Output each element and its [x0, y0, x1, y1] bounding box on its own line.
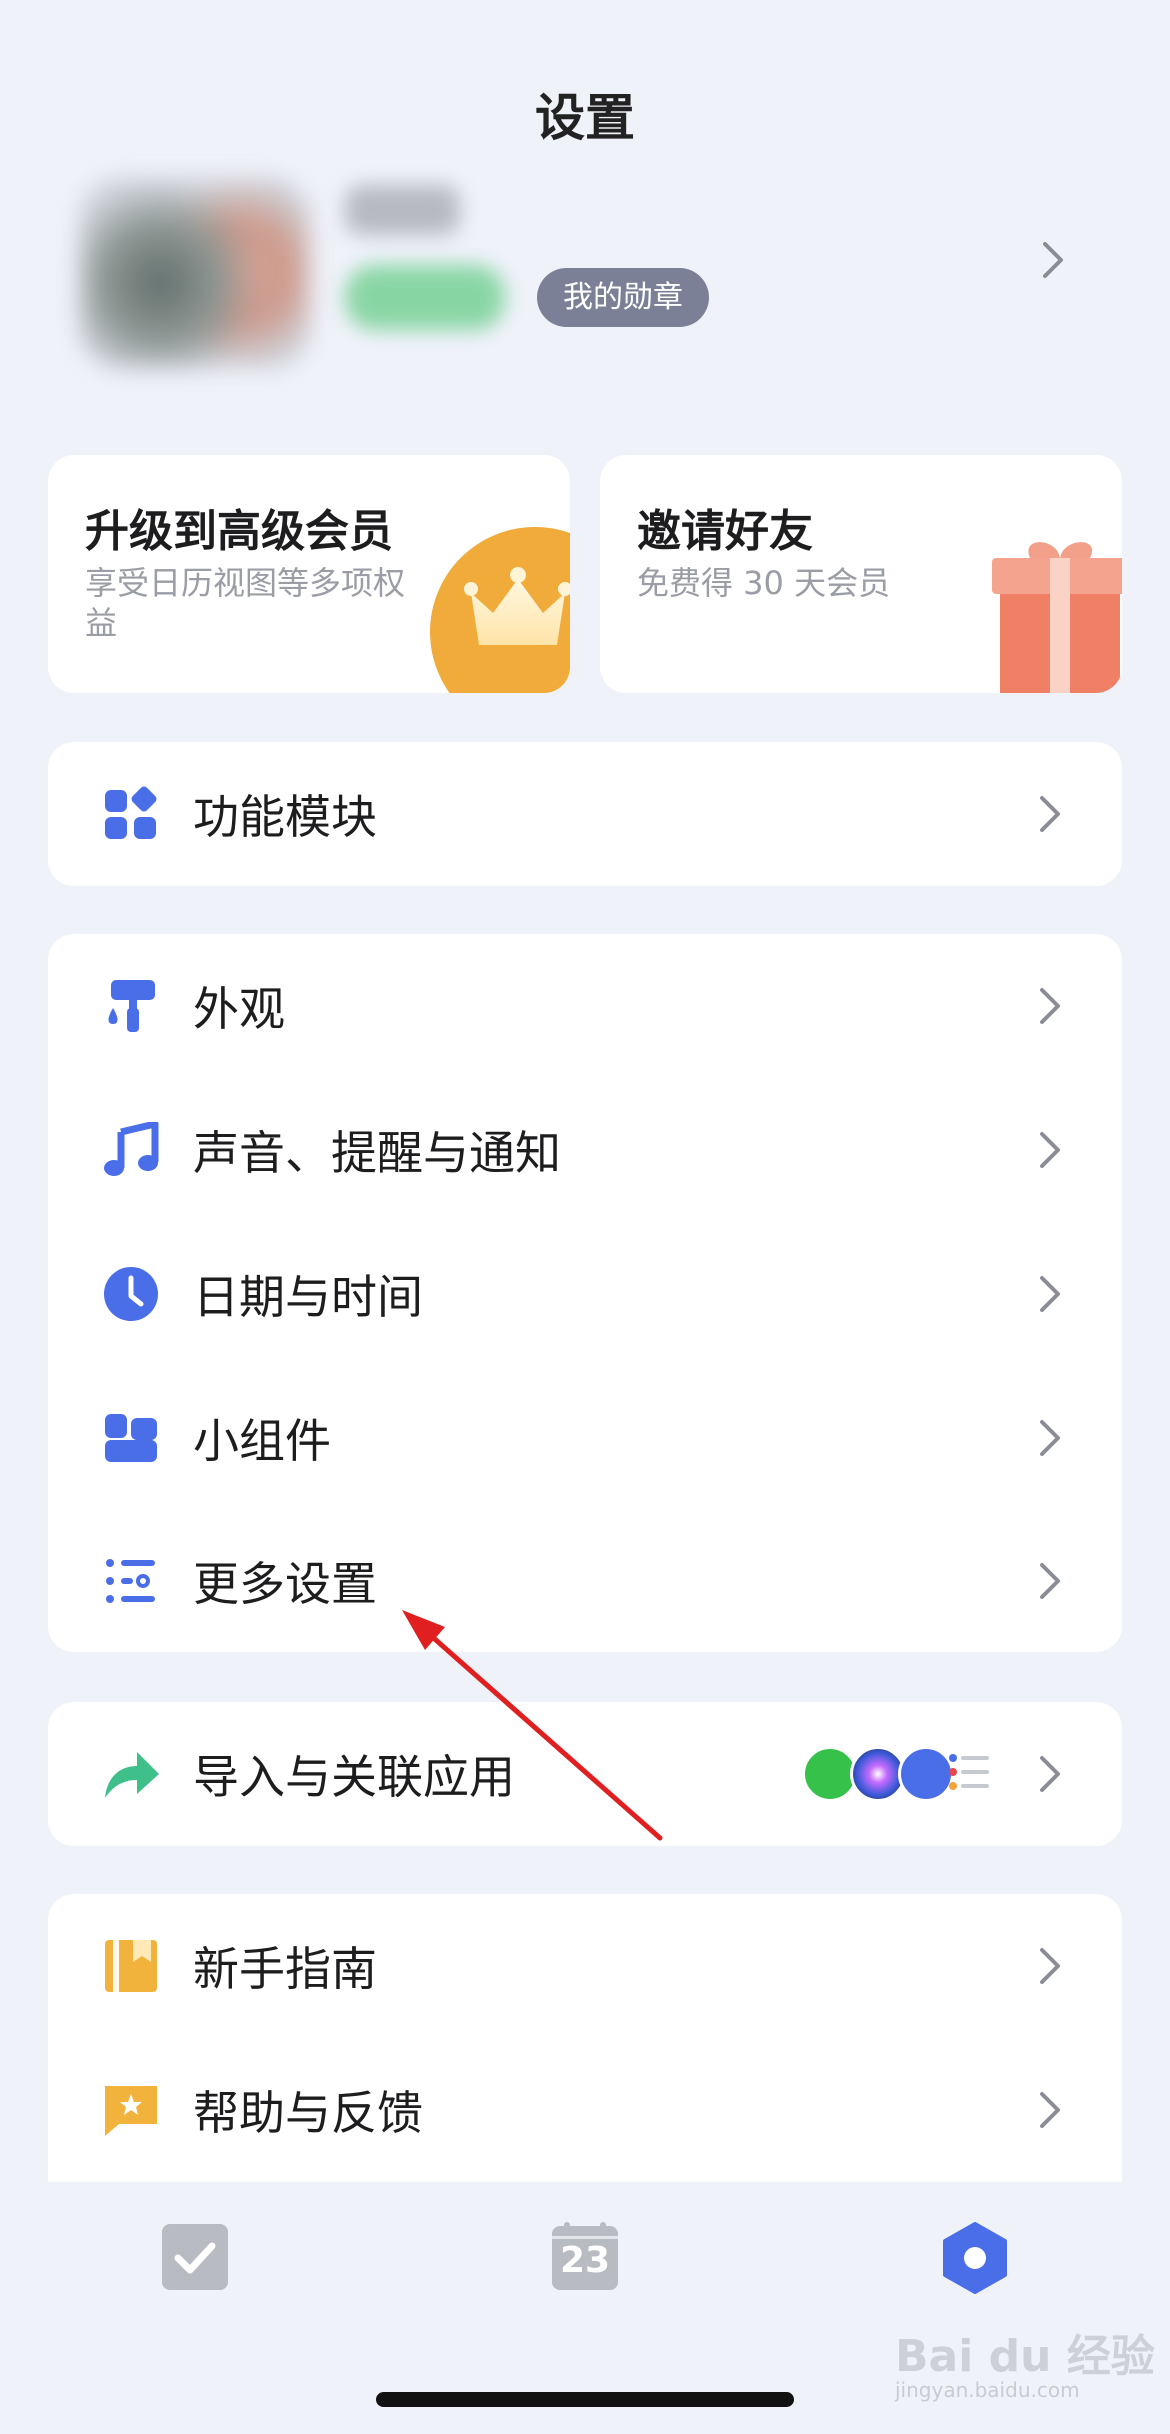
help-item-label: 帮助与反馈: [193, 2086, 423, 2140]
settings-item-label: 更多设置: [193, 1557, 377, 1611]
help-item-label: 新手指南: [193, 1942, 377, 1996]
chevron-right-icon: [1040, 1420, 1060, 1456]
username-blurred: [345, 185, 460, 235]
calendar-app-icon: [898, 1746, 954, 1802]
upgrade-premium-card[interactable]: 升级到高级会员 享受日历视图等多项权益: [48, 455, 570, 693]
help-card: 新手指南 帮助与反馈: [48, 1894, 1122, 2194]
clock-icon: [104, 1267, 158, 1321]
avatar[interactable]: [80, 178, 310, 368]
calendar-day-number: 23: [559, 2240, 611, 2281]
invite-friends-card[interactable]: 邀请好友 免费得 30 天会员: [600, 455, 1122, 693]
membership-badge-blurred: [345, 265, 505, 330]
import-label: 导入与关联应用: [193, 1750, 515, 1804]
upgrade-premium-title: 升级到高级会员: [85, 506, 393, 557]
gift-icon: [992, 542, 1122, 693]
my-badges-button[interactable]: 我的勋章: [537, 268, 709, 327]
list-settings-icon: [106, 1559, 155, 1603]
feedback-icon: [105, 2086, 157, 2136]
grid-modules-icon: [105, 786, 157, 839]
modules-label: 功能模块: [193, 790, 377, 844]
paint-roller-icon: [108, 980, 155, 1032]
chevron-right-icon: [1040, 2092, 1060, 2128]
widget-icon: [105, 1414, 157, 1462]
profile-header[interactable]: 我的勋章: [60, 160, 1110, 390]
import-card: 导入与关联应用: [48, 1702, 1122, 1846]
chevron-right-icon: [1040, 1756, 1060, 1792]
settings-item-label: 声音、提醒与通知: [193, 1126, 561, 1180]
chevron-right-icon: [1040, 1563, 1060, 1599]
settings-item-label: 外观: [193, 982, 285, 1036]
tab-settings[interactable]: [942, 2222, 1008, 2294]
chevron-right-icon: [1040, 1132, 1060, 1168]
invite-friends-title: 邀请好友: [637, 506, 813, 557]
page-title: 设置: [535, 89, 635, 147]
settings-item-appearance[interactable]: 外观: [48, 934, 1122, 1078]
import-apps-row[interactable]: 导入与关联应用: [48, 1702, 1122, 1846]
chevron-right-icon: [1040, 1948, 1060, 1984]
settings-item-sound[interactable]: 声音、提醒与通知: [48, 1078, 1122, 1222]
guide-book-icon: [105, 1940, 157, 1992]
share-arrow-icon: [105, 1752, 159, 1798]
modules-card: 功能模块: [48, 742, 1122, 886]
upgrade-premium-subtitle: 享受日历视图等多项权益: [85, 564, 406, 642]
chevron-right-icon: [1043, 242, 1063, 278]
chevron-right-icon: [1040, 1276, 1060, 1312]
settings-item-more[interactable]: 更多设置: [48, 1510, 1122, 1652]
invite-friends-subtitle: 免费得 30 天会员: [637, 564, 891, 602]
help-item-guide[interactable]: 新手指南: [48, 1894, 1122, 2038]
modules-row[interactable]: 功能模块: [48, 742, 1122, 886]
music-note-icon: [104, 1122, 159, 1176]
watermark-url: jingyan.baidu.com: [895, 2378, 1080, 2402]
home-indicator: [376, 2392, 794, 2407]
crown-icon: [464, 567, 570, 645]
chevron-right-icon: [1040, 988, 1060, 1024]
help-item-feedback[interactable]: 帮助与反馈: [48, 2038, 1122, 2182]
linked-apps: [802, 1746, 992, 1802]
settings-item-label: 日期与时间: [193, 1270, 423, 1324]
tab-calendar[interactable]: 23: [550, 2222, 620, 2292]
watermark-logo: Bai du 经验: [895, 2331, 1155, 2382]
settings-item-datetime[interactable]: 日期与时间: [48, 1222, 1122, 1366]
settings-card: 外观 声音、提醒与通知 日期与时间 小组件 更多设置: [48, 934, 1122, 1652]
settings-item-label: 小组件: [193, 1414, 331, 1468]
chevron-right-icon: [1040, 796, 1060, 832]
tab-tasks[interactable]: [160, 2222, 230, 2292]
settings-item-widgets[interactable]: 小组件: [48, 1366, 1122, 1510]
reminders-icon: [949, 1754, 989, 1790]
